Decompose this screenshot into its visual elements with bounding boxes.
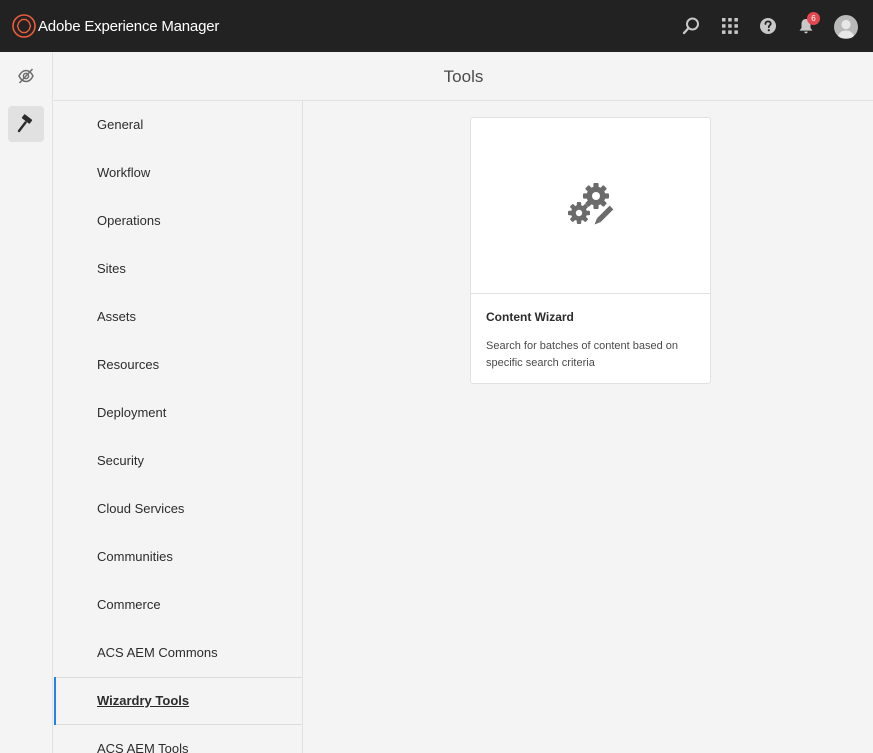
- rail-navigation-button[interactable]: [8, 58, 44, 94]
- notification-badge: 6: [807, 12, 820, 25]
- app-title: Adobe Experience Manager: [38, 17, 220, 35]
- apps-grid-icon: [722, 18, 738, 34]
- search-button[interactable]: [679, 14, 703, 38]
- nav-item-security[interactable]: Security: [54, 437, 302, 485]
- hammer-icon: [17, 114, 33, 133]
- tool-card-content-wizard[interactable]: Content Wizard Search for batches of con…: [470, 117, 711, 384]
- solutions-button[interactable]: [718, 14, 742, 38]
- tools-content: Content Wizard Search for batches of con…: [304, 101, 873, 753]
- nav-item-commerce[interactable]: Commerce: [54, 581, 302, 629]
- card-thumbnail: [471, 118, 710, 294]
- rail-tools-button[interactable]: [8, 106, 44, 142]
- nav-item-operations[interactable]: Operations: [54, 197, 302, 245]
- user-avatar[interactable]: [834, 15, 858, 39]
- nav-item-workflow[interactable]: Workflow: [54, 149, 302, 197]
- title-bar: Tools: [54, 52, 873, 101]
- user-icon: [837, 19, 855, 38]
- help-icon: [760, 18, 776, 34]
- nav-item-assets[interactable]: Assets: [54, 293, 302, 341]
- nav-item-cloud-services[interactable]: Cloud Services: [54, 485, 302, 533]
- nav-item-communities[interactable]: Communities: [54, 533, 302, 581]
- card-title: Content Wizard: [486, 310, 574, 324]
- search-icon: [682, 17, 699, 35]
- nav-item-wizardry-tools[interactable]: Wizardry Tools: [54, 677, 302, 725]
- gears-pencil-icon: [567, 182, 615, 224]
- adobe-logo-icon: [12, 14, 36, 38]
- navigation-icon: [18, 68, 34, 84]
- help-button[interactable]: [756, 14, 780, 38]
- notifications-button[interactable]: 6: [794, 12, 820, 38]
- card-description: Search for batches of content based on s…: [486, 340, 679, 369]
- nav-item-acs-aem-commons[interactable]: ACS AEM Commons: [54, 629, 302, 677]
- page-title: Tools: [443, 67, 484, 86]
- tools-category-list: General Workflow Operations Sites Assets…: [54, 101, 303, 753]
- nav-item-deployment[interactable]: Deployment: [54, 389, 302, 437]
- nav-item-sites[interactable]: Sites: [54, 245, 302, 293]
- brand[interactable]: Adobe Experience Manager: [12, 14, 219, 38]
- global-header: Adobe Experience Manager 6: [0, 0, 873, 52]
- nav-item-acs-aem-tools[interactable]: ACS AEM Tools: [54, 725, 302, 753]
- nav-item-resources[interactable]: Resources: [54, 341, 302, 389]
- nav-item-general[interactable]: General: [54, 101, 302, 149]
- left-rail: [0, 52, 53, 753]
